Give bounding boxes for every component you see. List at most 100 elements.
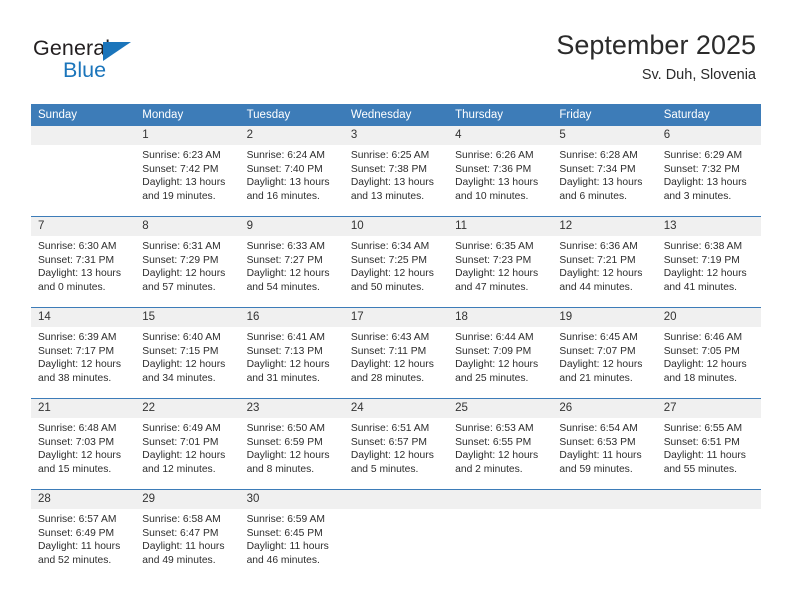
calendar-day-cell[interactable]: 30 Sunrise: 6:59 AM Sunset: 6:45 PM Dayligh… bbox=[239, 489, 344, 580]
day-detail-line: and 12 minutes. bbox=[142, 463, 216, 475]
day-number: 29 bbox=[135, 490, 240, 509]
calendar-day-cell[interactable]: 10 Sunrise: 6:34 AM Sunset: 7:25 PM Dayligh… bbox=[343, 216, 449, 308]
calendar-day-cell[interactable]: 1 Sunrise: 6:23 AM Sunset: 7:42 PM Daylight… bbox=[135, 126, 240, 217]
day-number: 30 bbox=[239, 490, 344, 509]
calendar-day-cell[interactable]: 13 Sunrise: 6:38 AM Sunset: 7:19 PM Dayligh… bbox=[656, 216, 761, 308]
calendar-day-cell[interactable] bbox=[552, 489, 657, 580]
calendar-day-cell[interactable]: 12 Sunrise: 6:36 AM Sunset: 7:21 PM Dayligh… bbox=[552, 216, 657, 308]
day-detail-line: and 0 minutes. bbox=[38, 281, 106, 293]
day-detail-line: Daylight: 11 hours bbox=[142, 541, 225, 553]
day-detail-line: Daylight: 12 hours bbox=[38, 450, 121, 462]
calendar-day-cell[interactable]: 24 Sunrise: 6:51 AM Sunset: 6:57 PM Dayligh… bbox=[343, 398, 449, 490]
calendar-day-cell[interactable]: 22 Sunrise: 6:49 AM Sunset: 7:01 PM Dayligh… bbox=[135, 398, 240, 490]
day-cell-content bbox=[343, 490, 449, 580]
calendar-day-cell[interactable]: 14 Sunrise: 6:39 AM Sunset: 7:17 PM Dayligh… bbox=[31, 307, 136, 399]
calendar-page: General Blue September 2025 Sv. Duh, Slo… bbox=[0, 0, 792, 612]
day-number bbox=[448, 490, 553, 509]
day-detail-line: and 47 minutes. bbox=[455, 281, 529, 293]
day-cell-content: 28 Sunrise: 6:57 AM Sunset: 6:49 PM Dayligh… bbox=[31, 490, 136, 580]
calendar-day-cell[interactable]: 25 Sunrise: 6:53 AM Sunset: 6:55 PM Dayligh… bbox=[448, 398, 553, 490]
calendar-day-cell[interactable]: 11 Sunrise: 6:35 AM Sunset: 7:23 PM Dayligh… bbox=[448, 216, 553, 308]
day-detail-line: Sunset: 7:25 PM bbox=[350, 254, 427, 266]
calendar-day-cell[interactable]: 2 Sunrise: 6:24 AM Sunset: 7:40 PM Daylight… bbox=[239, 126, 344, 217]
calendar-day-cell[interactable]: 17 Sunrise: 6:43 AM Sunset: 7:11 PM Dayligh… bbox=[343, 307, 449, 399]
day-number: 4 bbox=[448, 126, 553, 145]
day-number: 26 bbox=[552, 399, 657, 418]
day-detail-line: and 54 minutes. bbox=[246, 281, 320, 293]
day-detail-line: Sunset: 7:34 PM bbox=[559, 163, 636, 175]
calendar-body: 1 Sunrise: 6:23 AM Sunset: 7:42 PM Daylight… bbox=[31, 126, 761, 580]
calendar-day-cell[interactable]: 9 Sunrise: 6:33 AM Sunset: 7:27 PM Daylight… bbox=[239, 216, 344, 308]
day-detail-line: and 46 minutes. bbox=[246, 554, 320, 566]
weekday-header-tuesday: Tuesday bbox=[239, 104, 344, 126]
day-sun-details: Sunrise: 6:39 AM Sunset: 7:17 PM Daylight:… bbox=[31, 327, 135, 385]
day-cell-content: 4 Sunrise: 6:26 AM Sunset: 7:36 PM Daylight… bbox=[448, 126, 553, 216]
day-detail-line: and 2 minutes. bbox=[455, 463, 523, 475]
day-detail-line: Sunset: 6:53 PM bbox=[559, 436, 636, 448]
day-detail-line: Sunrise: 6:33 AM bbox=[246, 241, 325, 252]
calendar-day-cell[interactable]: 4 Sunrise: 6:26 AM Sunset: 7:36 PM Daylight… bbox=[448, 126, 553, 217]
calendar-day-cell[interactable] bbox=[31, 126, 136, 217]
calendar-day-cell[interactable] bbox=[343, 489, 449, 580]
page-subtitle-location: Sv. Duh, Slovenia bbox=[641, 67, 756, 83]
calendar-day-cell[interactable] bbox=[448, 489, 553, 580]
day-detail-line: Sunrise: 6:44 AM bbox=[455, 332, 534, 343]
day-number bbox=[31, 126, 136, 145]
calendar-day-cell[interactable]: 18 Sunrise: 6:44 AM Sunset: 7:09 PM Dayligh… bbox=[448, 307, 553, 399]
day-detail-line: Sunset: 6:57 PM bbox=[350, 436, 427, 448]
day-sun-details: Sunrise: 6:46 AM Sunset: 7:05 PM Daylight:… bbox=[657, 327, 761, 385]
calendar-day-cell[interactable]: 5 Sunrise: 6:28 AM Sunset: 7:34 PM Daylight… bbox=[552, 126, 657, 217]
day-detail-line: Sunrise: 6:50 AM bbox=[246, 423, 325, 434]
weekday-header-friday: Friday bbox=[552, 104, 657, 126]
calendar-day-cell[interactable]: 27 Sunrise: 6:55 AM Sunset: 6:51 PM Dayligh… bbox=[656, 398, 761, 490]
calendar-day-cell[interactable]: 8 Sunrise: 6:31 AM Sunset: 7:29 PM Daylight… bbox=[135, 216, 240, 308]
weekday-header-monday: Monday bbox=[135, 104, 240, 126]
calendar-day-cell[interactable]: 15 Sunrise: 6:40 AM Sunset: 7:15 PM Dayligh… bbox=[135, 307, 240, 399]
day-detail-line: Daylight: 13 hours bbox=[246, 177, 330, 189]
day-detail-line: Sunrise: 6:38 AM bbox=[663, 241, 743, 252]
calendar-day-cell[interactable]: 19 Sunrise: 6:45 AM Sunset: 7:07 PM Dayligh… bbox=[552, 307, 657, 399]
day-cell-content: 13 Sunrise: 6:38 AM Sunset: 7:19 PM Dayligh… bbox=[656, 217, 761, 307]
day-detail-line: Daylight: 12 hours bbox=[455, 268, 539, 280]
day-detail-line: Daylight: 13 hours bbox=[38, 268, 121, 280]
calendar-day-cell[interactable]: 16 Sunrise: 6:41 AM Sunset: 7:13 PM Dayligh… bbox=[239, 307, 344, 399]
calendar-day-cell[interactable]: 26 Sunrise: 6:54 AM Sunset: 6:53 PM Dayligh… bbox=[552, 398, 657, 490]
day-detail-line: Sunrise: 6:41 AM bbox=[246, 332, 325, 343]
day-detail-line: Sunset: 7:01 PM bbox=[142, 436, 219, 448]
calendar-day-cell[interactable]: 28 Sunrise: 6:57 AM Sunset: 6:49 PM Dayligh… bbox=[31, 489, 136, 580]
calendar-day-cell[interactable]: 21 Sunrise: 6:48 AM Sunset: 7:03 PM Dayligh… bbox=[31, 398, 136, 490]
calendar-week-row: 1 Sunrise: 6:23 AM Sunset: 7:42 PM Daylight… bbox=[31, 126, 761, 217]
day-cell-content: 15 Sunrise: 6:40 AM Sunset: 7:15 PM Dayligh… bbox=[135, 308, 240, 398]
day-number: 3 bbox=[343, 126, 449, 145]
day-detail-line: Daylight: 12 hours bbox=[455, 359, 539, 371]
calendar-day-cell[interactable] bbox=[656, 489, 761, 580]
day-detail-line: and 49 minutes. bbox=[142, 554, 216, 566]
day-detail-line: Daylight: 13 hours bbox=[350, 177, 434, 189]
calendar-day-cell[interactable]: 20 Sunrise: 6:46 AM Sunset: 7:05 PM Dayligh… bbox=[656, 307, 761, 399]
general-blue-logo[interactable]: General Blue bbox=[33, 36, 183, 86]
day-detail-line: and 15 minutes. bbox=[38, 463, 112, 475]
day-detail-line: Sunset: 6:49 PM bbox=[38, 527, 115, 539]
calendar-day-cell[interactable]: 6 Sunrise: 6:29 AM Sunset: 7:32 PM Daylight… bbox=[656, 126, 761, 217]
day-detail-line: Daylight: 12 hours bbox=[455, 450, 539, 462]
day-detail-line: Sunset: 7:42 PM bbox=[142, 163, 219, 175]
day-detail-line: Daylight: 12 hours bbox=[559, 359, 643, 371]
day-detail-line: Sunset: 7:27 PM bbox=[246, 254, 323, 266]
day-detail-line: Sunset: 7:13 PM bbox=[246, 345, 323, 357]
day-detail-line: and 55 minutes. bbox=[663, 463, 737, 475]
calendar-day-cell[interactable]: 29 Sunrise: 6:58 AM Sunset: 6:47 PM Dayligh… bbox=[135, 489, 240, 580]
day-number: 22 bbox=[135, 399, 240, 418]
day-detail-line: Daylight: 12 hours bbox=[559, 268, 643, 280]
calendar-day-cell[interactable]: 23 Sunrise: 6:50 AM Sunset: 6:59 PM Dayligh… bbox=[239, 398, 344, 490]
calendar-day-cell[interactable]: 7 Sunrise: 6:30 AM Sunset: 7:31 PM Daylight… bbox=[31, 216, 136, 308]
day-sun-details: Sunrise: 6:51 AM Sunset: 6:57 PM Daylight:… bbox=[344, 418, 448, 476]
day-cell-content bbox=[656, 490, 761, 580]
title-block: September 2025 Sv. Duh, Slovenia bbox=[556, 28, 756, 86]
day-detail-line: and 8 minutes. bbox=[246, 463, 315, 475]
day-cell-content: 1 Sunrise: 6:23 AM Sunset: 7:42 PM Daylight… bbox=[135, 126, 240, 216]
day-detail-line: Sunset: 7:09 PM bbox=[455, 345, 532, 357]
calendar-day-cell[interactable]: 3 Sunrise: 6:25 AM Sunset: 7:38 PM Daylight… bbox=[343, 126, 449, 217]
day-detail-line: and 59 minutes. bbox=[559, 463, 633, 475]
day-detail-line: Sunrise: 6:25 AM bbox=[350, 150, 430, 161]
day-detail-line: and 41 minutes. bbox=[663, 281, 737, 293]
